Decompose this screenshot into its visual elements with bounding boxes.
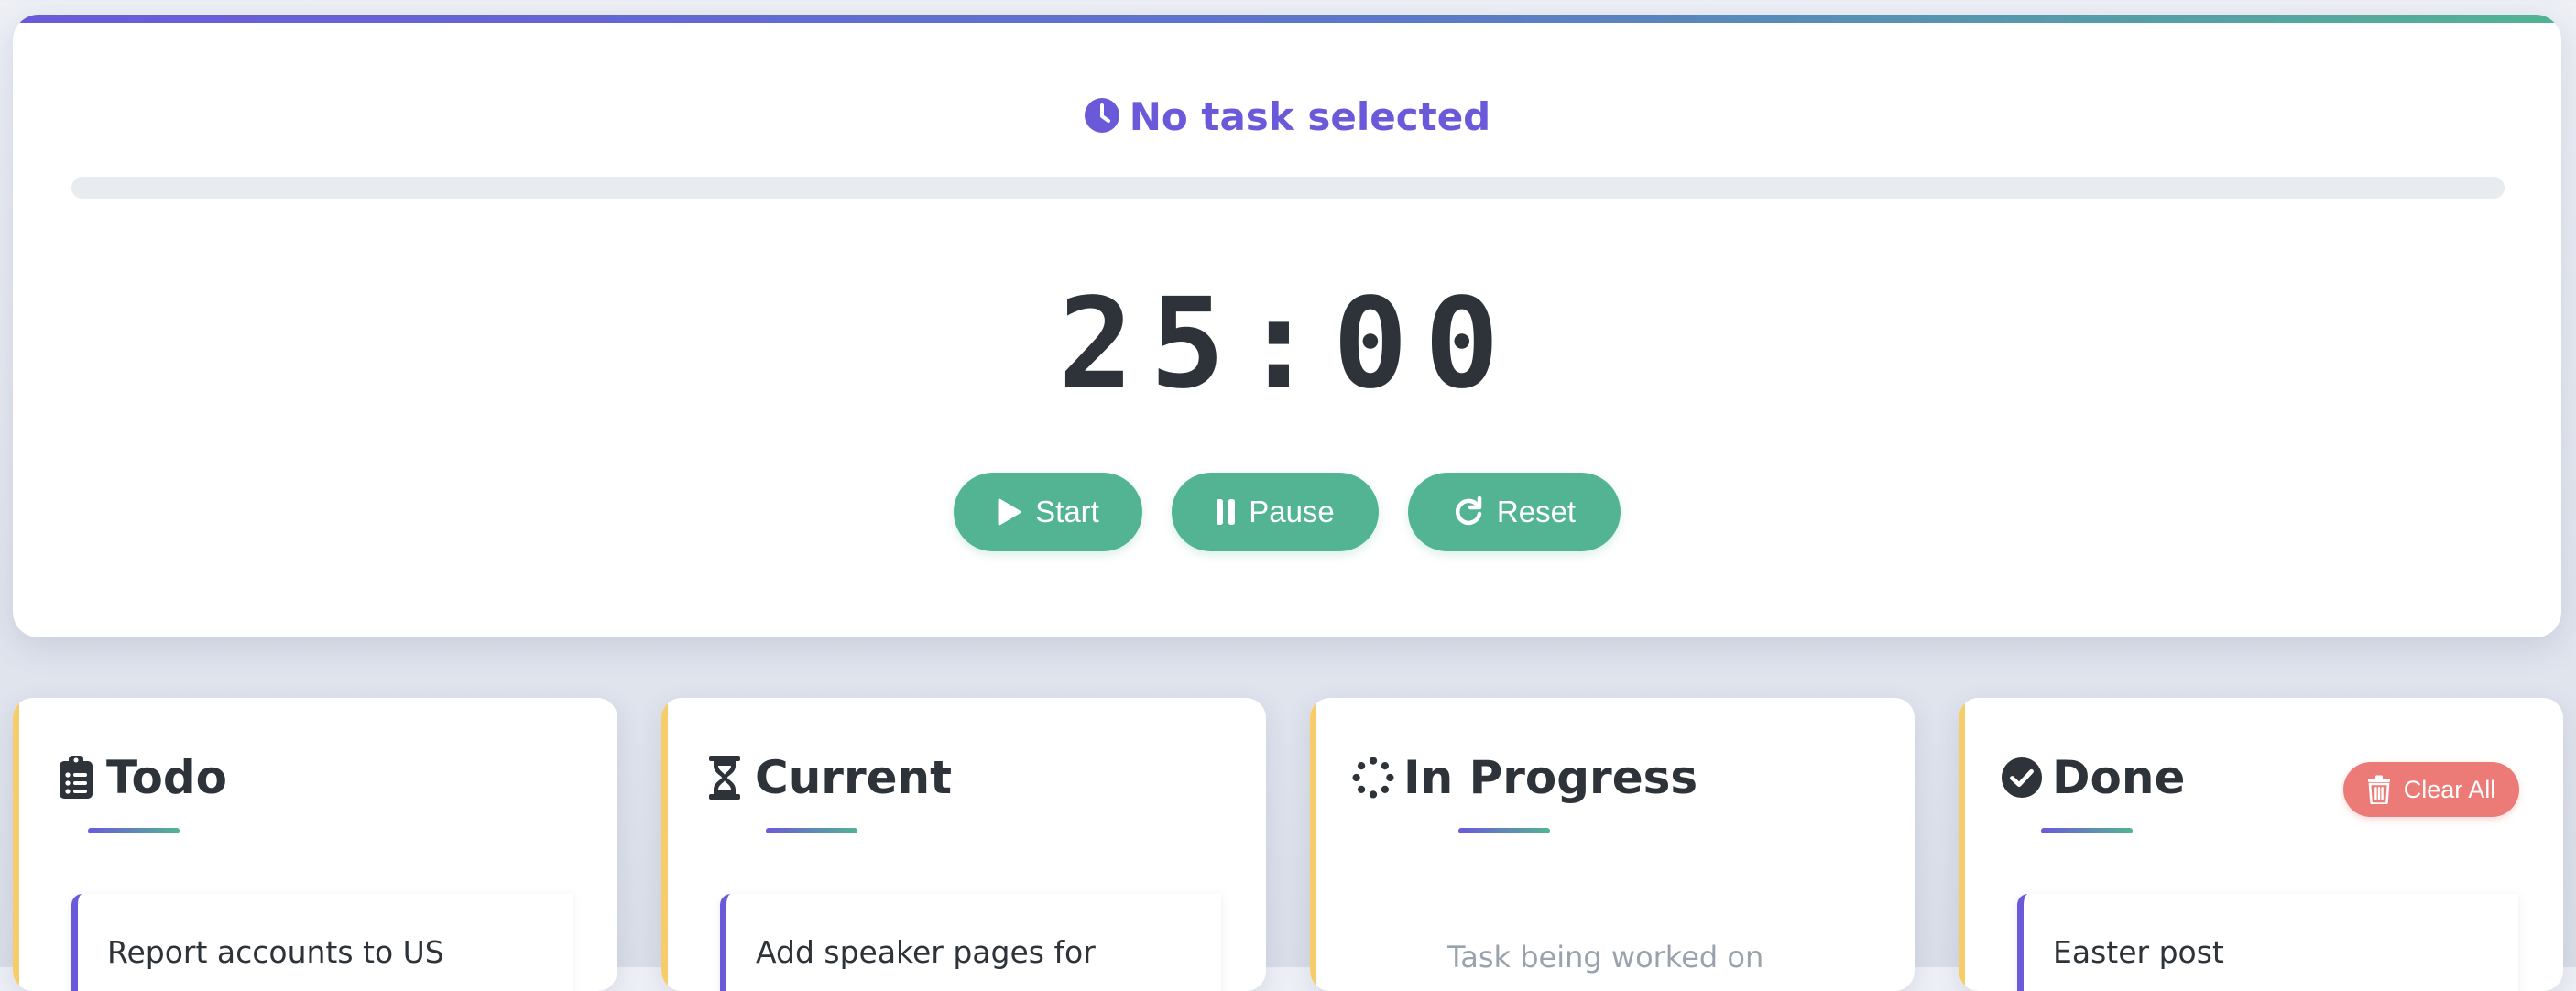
column-header-done: Done (2001, 746, 2185, 810)
accent-bar (13, 15, 2561, 23)
column-current: Current Add speaker pages for (661, 698, 1266, 991)
task-text: Add speaker pages for (756, 934, 1096, 970)
clear-all-label: Clear All (2403, 775, 2496, 803)
redo-icon (1455, 496, 1482, 526)
task-card[interactable]: Easter post (2017, 894, 2518, 991)
clipboard-list-icon (55, 753, 97, 802)
spinner-icon (1352, 753, 1394, 802)
start-button-label: Start (1035, 495, 1099, 528)
timer-controls: Start Pause Reset (13, 473, 2561, 551)
start-button[interactable]: Start (954, 473, 1142, 551)
column-header-in-progress: In Progress (1352, 746, 1697, 810)
play-icon (998, 498, 1021, 526)
column-header-current: Current (704, 746, 952, 810)
column-header-todo: Todo (55, 746, 227, 810)
task-card[interactable]: Report accounts to US (71, 894, 573, 991)
clock-icon (1084, 92, 1120, 133)
task-text: Report accounts to US (107, 934, 444, 970)
trash-icon (2367, 775, 2390, 804)
pause-button-label: Pause (1249, 495, 1335, 528)
column-todo: Todo Report accounts to US (13, 698, 617, 991)
title-underline (2041, 828, 2133, 833)
column-done: Done Clear All Easter post (1959, 698, 2563, 991)
timer-panel: No task selected 25:00 Start Pause Reset (13, 15, 2561, 637)
column-in-progress: In Progress Task being worked on (1310, 698, 1915, 991)
task-status-text: No task selected (1129, 94, 1491, 139)
column-title: Current (755, 751, 953, 804)
task-status: No task selected (13, 88, 2561, 147)
check-circle-icon (2001, 753, 2043, 802)
column-title: In Progress (1403, 751, 1698, 804)
task-text: Easter post (2053, 934, 2224, 970)
title-underline (766, 828, 857, 833)
reset-button-label: Reset (1496, 495, 1577, 528)
timer-progress-bar (71, 177, 2505, 199)
time-display: 25:00 (1058, 272, 1516, 417)
clear-all-button[interactable]: Clear All (2343, 762, 2519, 817)
hourglass-icon (704, 753, 746, 802)
title-underline (88, 828, 180, 833)
pause-button[interactable]: Pause (1172, 473, 1379, 551)
column-title: Todo (106, 751, 227, 804)
title-underline (1458, 828, 1550, 833)
empty-state-text: Task being worked on (1447, 940, 1764, 975)
task-card[interactable]: Add speaker pages for (720, 894, 1221, 991)
column-title: Done (2052, 751, 2186, 804)
pause-icon (1217, 499, 1236, 525)
reset-button[interactable]: Reset (1408, 473, 1621, 551)
